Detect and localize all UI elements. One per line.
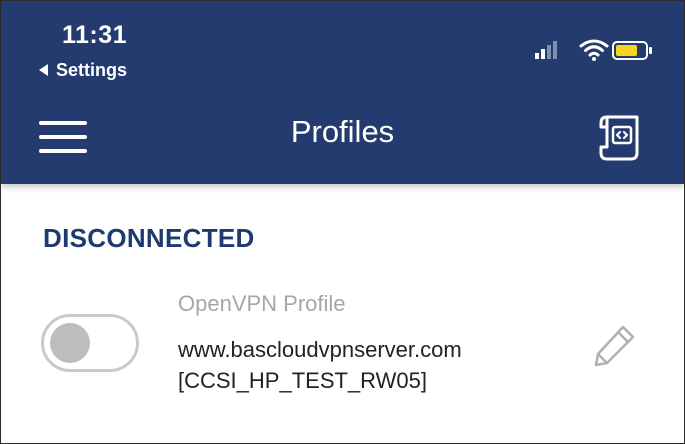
- back-triangle-icon: [39, 64, 48, 76]
- status-icons: [535, 39, 652, 61]
- app-screen: 11:31 Settings Profiles DISCONNECTED Ope…: [0, 0, 685, 444]
- toggle-knob: [50, 323, 90, 363]
- back-to-settings-link[interactable]: Settings: [39, 59, 127, 81]
- profile-type-label: OpenVPN Profile: [178, 291, 346, 316]
- wifi-icon: [579, 39, 609, 61]
- connection-status-heading: DISCONNECTED: [43, 223, 255, 253]
- cellular-signal-icon: [535, 41, 557, 59]
- import-profile-icon[interactable]: [597, 113, 645, 163]
- profile-name-tag: [CCSI_HP_TEST_RW05]: [178, 368, 428, 393]
- page-title: Profiles: [290, 114, 395, 149]
- status-time: 11:31: [62, 21, 128, 49]
- profile-server-address: www.bascloudvpnserver.com: [178, 337, 462, 362]
- profile-connect-toggle[interactable]: [41, 314, 139, 372]
- header-bar: 11:31 Settings Profiles: [1, 1, 684, 184]
- pencil-icon[interactable]: [593, 323, 637, 367]
- battery-icon: [612, 41, 652, 60]
- back-link-label: Settings: [56, 59, 128, 80]
